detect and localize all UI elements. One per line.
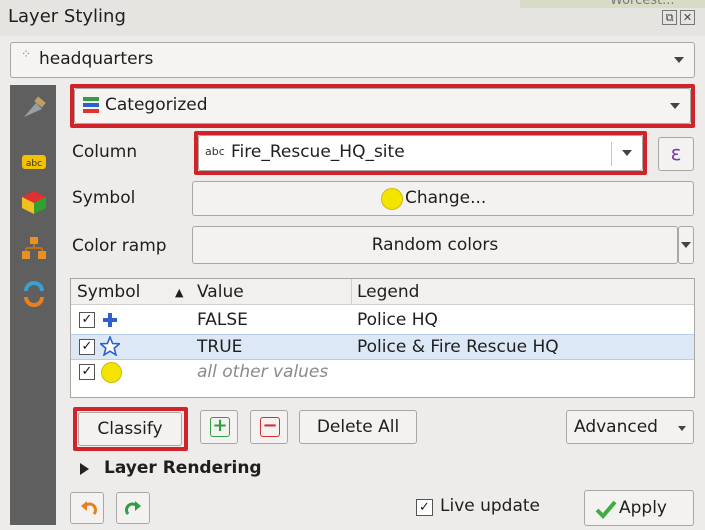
minus-icon: −	[260, 417, 280, 437]
categorized-icon	[83, 96, 99, 119]
table-row[interactable]: ✓ all other values	[71, 360, 694, 386]
column-select[interactable]: abc Fire_Rescue_HQ_site	[198, 135, 643, 171]
yellow-circle-icon	[101, 362, 122, 383]
row-checkbox[interactable]: ✓	[79, 364, 95, 380]
advanced-button[interactable]: Advanced	[566, 410, 694, 444]
redo-icon	[125, 501, 141, 515]
row-value: TRUE	[197, 337, 243, 357]
blue-star-icon	[98, 334, 122, 361]
row-legend: Police & Fire Rescue HQ	[357, 337, 559, 357]
row-checkbox[interactable]: ✓	[79, 312, 95, 328]
categories-table[interactable]: Symbol ▲ Value Legend ✓ FALSE Police HQ …	[70, 278, 695, 398]
col-header-value[interactable]: Value	[197, 282, 244, 302]
3d-cube-icon[interactable]	[20, 189, 48, 215]
row-value: all other values	[197, 362, 329, 382]
paintbrush-icon[interactable]	[20, 95, 48, 121]
chevron-down-icon	[681, 242, 691, 248]
triangle-right-icon	[80, 463, 89, 475]
add-class-button[interactable]: +	[200, 410, 238, 444]
sort-ascending-icon: ▲	[175, 286, 184, 299]
map-label-fragment: Worcest...	[610, 0, 675, 8]
labels-icon[interactable]: abc	[20, 149, 48, 175]
undo-icon	[81, 501, 97, 515]
col-header-legend[interactable]: Legend	[357, 282, 419, 302]
column-select-value: Fire_Rescue_HQ_site	[231, 142, 405, 162]
color-ramp-button[interactable]: Random colors	[192, 226, 678, 264]
layer-rendering-toggle[interactable]: Layer Rendering	[80, 458, 300, 482]
blue-cross-icon	[101, 311, 119, 334]
redo-button[interactable]	[116, 492, 150, 524]
svg-text:abc: abc	[26, 159, 42, 169]
string-type-badge: abc	[205, 145, 225, 158]
row-checkbox[interactable]: ✓	[79, 339, 95, 355]
renderer-select-value: Categorized	[105, 95, 208, 115]
diagram-icon[interactable]	[20, 235, 48, 261]
yellow-circle-icon	[381, 188, 403, 210]
style-sidebar: abc	[10, 85, 56, 525]
chevron-down-icon	[678, 426, 686, 431]
chevron-down-icon	[670, 103, 680, 109]
advanced-label: Advanced	[574, 417, 658, 437]
col-header-symbol[interactable]: Symbol	[77, 282, 140, 302]
change-symbol-label: Change...	[405, 188, 487, 208]
symbol-label: Symbol	[72, 188, 136, 208]
apply-button[interactable]: Apply	[584, 490, 694, 526]
layer-select[interactable]: ⁘ headquarters	[10, 42, 695, 78]
live-update-label: Live update	[440, 496, 541, 516]
layer-select-value: headquarters	[39, 49, 154, 69]
close-icon[interactable]: ✕	[680, 10, 695, 25]
float-icon[interactable]: ⧉	[662, 10, 677, 25]
apply-label: Apply	[619, 498, 667, 518]
live-update-checkbox[interactable]: ✓	[416, 499, 433, 516]
table-row[interactable]: ✓ TRUE Police & Fire Rescue HQ	[71, 334, 694, 360]
undo-button[interactable]	[70, 492, 104, 524]
color-ramp-menu[interactable]	[678, 226, 694, 264]
plus-icon: +	[210, 417, 230, 437]
chevron-down-icon	[622, 150, 632, 156]
color-ramp-label: Color ramp	[72, 236, 167, 256]
change-symbol-button[interactable]: Change...	[192, 181, 694, 216]
remove-class-button[interactable]: −	[250, 410, 288, 444]
row-legend: Police HQ	[357, 310, 438, 330]
row-value: FALSE	[197, 310, 248, 330]
chevron-down-icon	[674, 57, 684, 63]
panel-title: Layer Styling	[8, 6, 126, 27]
renderer-select[interactable]: Categorized	[74, 88, 691, 124]
table-row[interactable]: ✓ FALSE Police HQ	[71, 308, 694, 334]
layer-rendering-label: Layer Rendering	[104, 458, 262, 478]
column-label: Column	[72, 142, 138, 162]
checkmark-icon	[595, 500, 617, 519]
delete-all-button[interactable]: Delete All	[299, 410, 417, 444]
classify-button[interactable]: Classify	[78, 412, 182, 446]
combo-divider	[611, 142, 612, 166]
expression-button[interactable]: ε	[658, 137, 694, 171]
history-icon[interactable]	[20, 281, 48, 307]
col-divider	[351, 279, 352, 305]
point-layer-icon: ⁘	[21, 47, 32, 61]
